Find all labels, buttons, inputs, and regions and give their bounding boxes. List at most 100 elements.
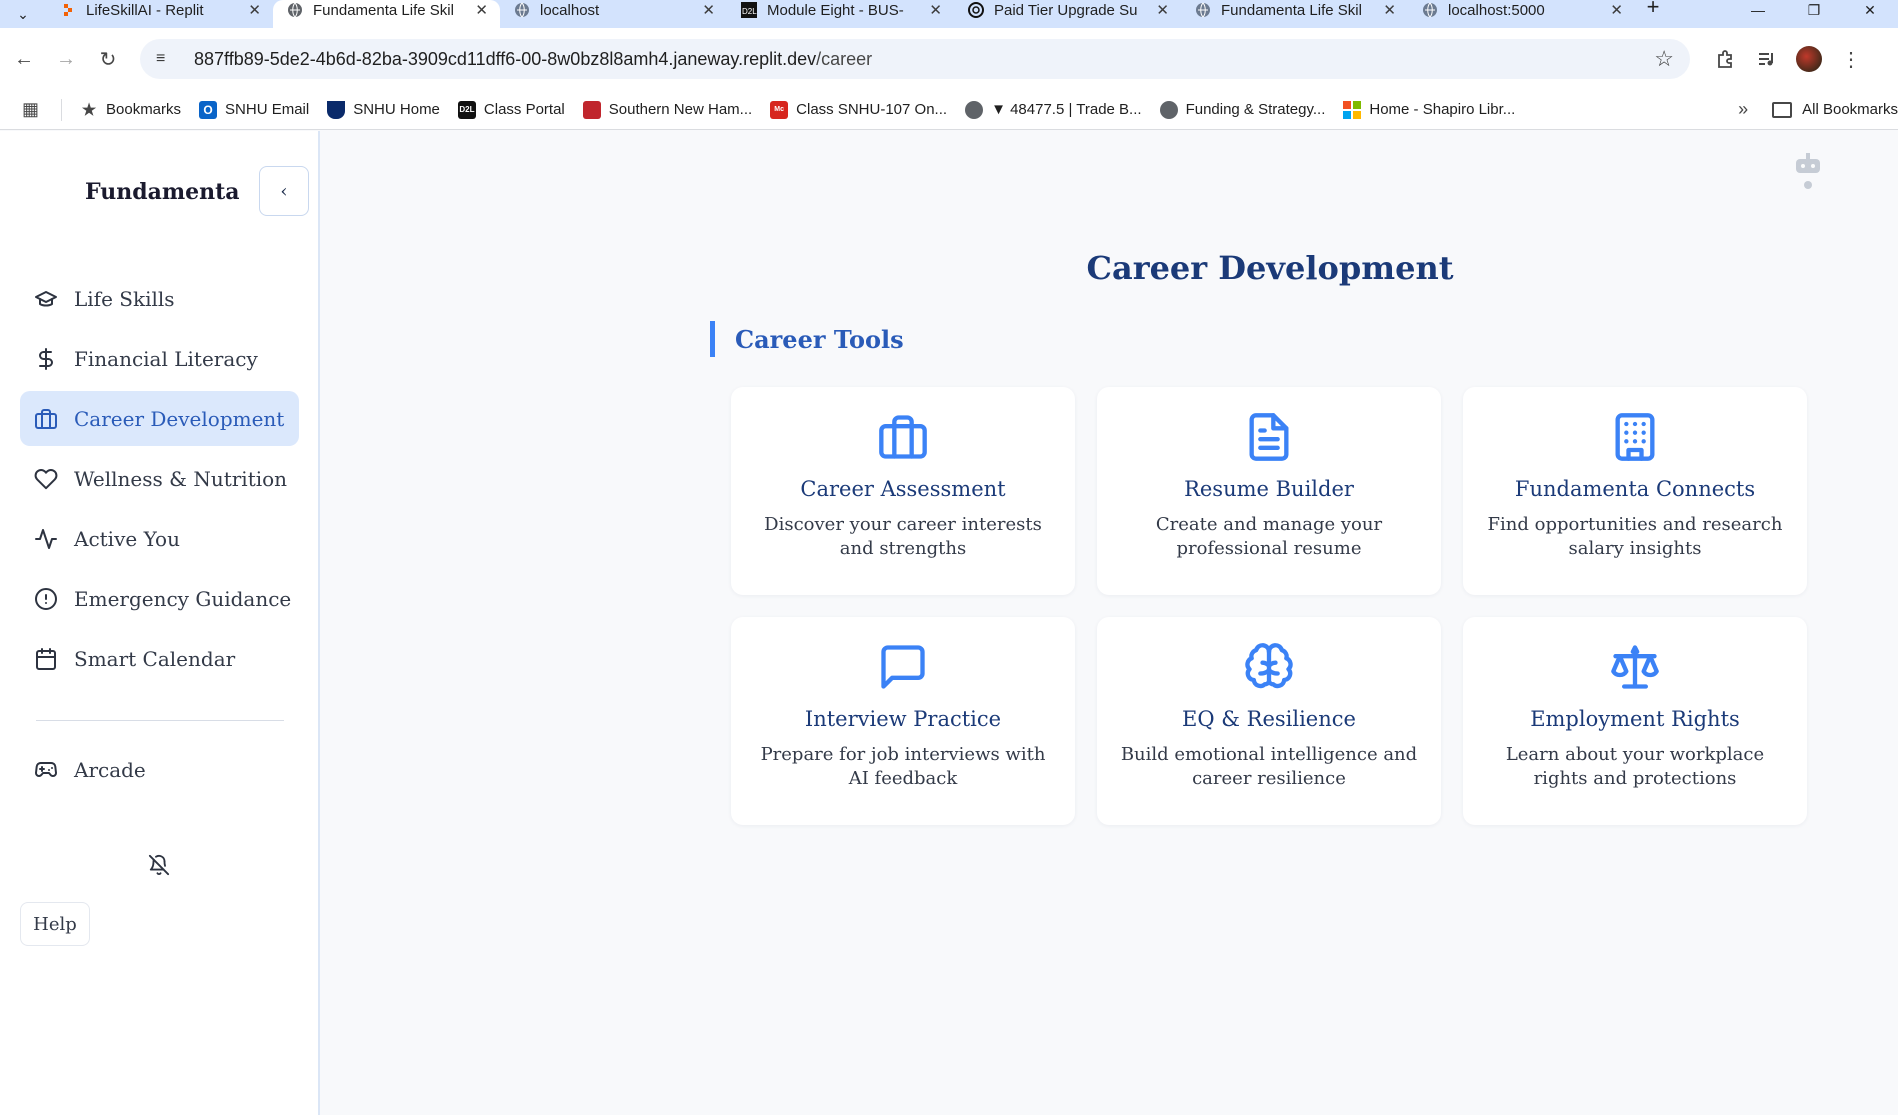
tab-title: localhost:5000 <box>1448 1 1545 19</box>
card-career-assessment[interactable]: Career Assessment Discover your career i… <box>731 387 1075 595</box>
all-bookmarks-button[interactable]: All Bookmarks <box>1772 101 1898 118</box>
globe-icon <box>1196 2 1210 18</box>
url-path: /career <box>816 48 873 69</box>
bell-off-icon[interactable] <box>148 854 170 876</box>
activity-icon <box>35 528 57 549</box>
tab-search-button[interactable]: ⌄ <box>0 0 46 28</box>
page-title: Career Development <box>1086 249 1454 287</box>
card-description: Build emotional intelligence and career … <box>1120 744 1418 789</box>
sidebar-item-label: Life Skills <box>74 286 175 311</box>
browser-tab[interactable]: localhost:5000 ✕ <box>1408 0 1635 28</box>
extensions-icon[interactable] <box>1704 39 1746 79</box>
bookmark-item[interactable]: O SNHU Email <box>199 100 310 119</box>
window-controls: — ❐ ✕ <box>1730 0 1898 20</box>
sidebar-item-wellness-nutrition[interactable]: Wellness & Nutrition <box>20 451 299 506</box>
sidebar-item-financial-literacy[interactable]: Financial Literacy <box>20 331 299 386</box>
sidebar-item-label: Emergency Guidance <box>74 586 292 611</box>
media-controls-icon[interactable] <box>1746 39 1788 79</box>
sidebar-item-arcade[interactable]: Arcade <box>20 742 299 797</box>
chevron-left-icon: ‹ <box>280 180 288 202</box>
close-icon[interactable]: ✕ <box>1156 1 1169 19</box>
apps-grid-icon[interactable]: ▦ <box>0 98 62 121</box>
briefcase-icon <box>35 408 57 429</box>
close-icon[interactable]: ✕ <box>475 1 488 19</box>
bookmark-label: Class Portal <box>483 101 565 118</box>
tab-title: Paid Tier Upgrade Su <box>994 1 1138 19</box>
sidebar-item-label: Wellness & Nutrition <box>74 466 288 491</box>
url-text[interactable]: 887ffb89-5de2-4b6d-82ba-3909cd11dff6-00-… <box>194 49 1654 70</box>
minimize-icon[interactable]: — <box>1730 0 1786 20</box>
reload-button[interactable]: ↻ <box>90 41 126 77</box>
new-tab-button[interactable]: + <box>1635 0 1671 28</box>
sidebar-item-life-skills[interactable]: Life Skills <box>20 271 299 326</box>
globe-icon <box>1423 2 1437 18</box>
message-square-icon <box>881 645 925 689</box>
card-description: Prepare for job interviews with AI feedb… <box>760 744 1046 789</box>
close-icon[interactable]: ✕ <box>1383 1 1396 19</box>
bookmark-item[interactable]: ​ SNHU Home <box>327 100 440 119</box>
bookmark-item[interactable]: ​ Southern New Ham... <box>582 100 753 119</box>
bookmark-item[interactable]: Home - Shapiro Libr... <box>1343 100 1516 119</box>
sidebar-item-career-development[interactable]: Career Development <box>20 391 299 446</box>
card-resume-builder[interactable]: Resume Builder Create and manage your pr… <box>1097 387 1441 595</box>
tab-title: LifeSkillAI - Replit <box>86 1 204 19</box>
brain-icon <box>1245 643 1293 689</box>
bookmark-item[interactable]: ​ ▼ 48477.5 | Trade B... <box>965 100 1142 119</box>
sidebar-item-smart-calendar[interactable]: Smart Calendar <box>20 631 299 686</box>
outlook-icon: O <box>199 100 218 119</box>
menu-icon[interactable]: ⋮ <box>1830 39 1872 79</box>
restore-icon[interactable]: ❐ <box>1786 0 1842 20</box>
globe-icon <box>515 2 529 18</box>
books-icon: ​ <box>582 100 601 119</box>
sidebar-item-label: Arcade <box>74 757 146 782</box>
forward-button[interactable]: → <box>48 41 84 77</box>
sidebar-item-emergency-guidance[interactable]: Emergency Guidance <box>20 571 299 626</box>
alert-circle-icon <box>35 587 57 610</box>
bookmark-item[interactable]: ​ Funding & Strategy... <box>1159 100 1325 119</box>
address-bar[interactable]: ≡ 887ffb89-5de2-4b6d-82ba-3909cd11dff6-0… <box>140 39 1690 79</box>
more-bookmarks-icon[interactable]: » <box>1738 99 1748 120</box>
all-bookmarks-label: All Bookmarks <box>1802 101 1898 118</box>
browser-tab[interactable]: Paid Tier Upgrade Su ✕ <box>954 0 1181 28</box>
close-icon[interactable]: ✕ <box>702 1 715 19</box>
close-icon[interactable]: ✕ <box>929 1 942 19</box>
card-eq-resilience[interactable]: EQ & Resilience Build emotional intellig… <box>1097 617 1441 825</box>
browser-tab-active[interactable]: Fundamenta Life Skil ✕ <box>273 0 500 28</box>
assistant-robot-icon[interactable] <box>1794 151 1822 191</box>
bookmark-label: Home - Shapiro Libr... <box>1369 101 1516 118</box>
sidebar-nav: Life Skills Financial Literacy Career De… <box>20 271 299 691</box>
browser-tab[interactable]: localhost ✕ <box>500 0 727 28</box>
browser-tab[interactable]: D2L Module Eight - BUS- ✕ <box>727 0 954 28</box>
profile-avatar[interactable] <box>1796 46 1822 72</box>
card-title: EQ & Resilience <box>1182 707 1356 731</box>
bookmarks-bar: ▦ ★ Bookmarks O SNHU Email ​ SNHU Home D2L C… <box>0 90 1898 130</box>
help-button[interactable]: Help <box>20 902 90 946</box>
bookmark-label: SNHU Email <box>225 101 310 118</box>
music-queue-icon <box>1759 53 1773 66</box>
bookmark-label: Southern New Ham... <box>608 101 753 118</box>
card-interview-practice[interactable]: Interview Practice Prepare for job inter… <box>731 617 1075 825</box>
card-fundamenta-connects[interactable]: Fundamenta Connects Find opportunities a… <box>1463 387 1807 595</box>
bookmark-star-icon[interactable]: ☆ <box>1654 46 1674 72</box>
card-title: Fundamenta Connects <box>1514 477 1756 501</box>
bookmark-item[interactable]: Mc Class SNHU-107 On... <box>770 100 947 119</box>
browser-tab[interactable]: LifeSkillAI - Replit ✕ <box>46 0 273 28</box>
collapse-sidebar-button[interactable]: ‹ <box>259 166 309 216</box>
browser-tab[interactable]: Fundamenta Life Skil ✕ <box>1181 0 1408 28</box>
sidebar-item-active-you[interactable]: Active You <box>20 511 299 566</box>
close-icon[interactable]: ✕ <box>1610 1 1623 19</box>
close-window-icon[interactable]: ✕ <box>1842 0 1898 20</box>
bookmark-label: ▼ 48477.5 | Trade B... <box>991 101 1142 118</box>
puzzle-icon <box>1718 50 1732 68</box>
sidebar-item-label: Active You <box>74 526 180 551</box>
bookmark-item[interactable]: ★ Bookmarks <box>80 101 181 119</box>
site-info-icon[interactable]: ≡ <box>156 50 180 68</box>
back-button[interactable]: ← <box>6 41 42 77</box>
career-tools-grid: Career Assessment Discover your career i… <box>731 387 1811 825</box>
card-employment-rights[interactable]: Employment Rights Learn about your workp… <box>1463 617 1807 825</box>
tab-title: Module Eight - BUS- <box>767 1 904 19</box>
browser-tab-bar: ⌄ LifeSkillAI - Replit ✕ Fundamenta Life… <box>0 0 1898 28</box>
close-icon[interactable]: ✕ <box>248 1 261 19</box>
bookmark-item[interactable]: D2L Class Portal <box>457 100 565 119</box>
sidebar-divider <box>36 720 284 721</box>
